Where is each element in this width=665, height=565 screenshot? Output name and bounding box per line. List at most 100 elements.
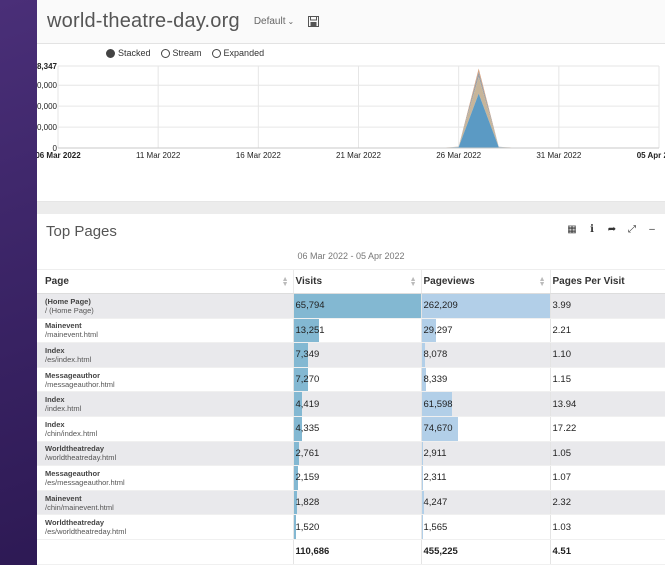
table-row[interactable]: Index/index.html 4,419 61,598 13.94 (37, 391, 665, 417)
view-select[interactable]: Default ⌄ (254, 16, 294, 27)
sort-icon: ▲ ▼ (281, 276, 289, 288)
table-row[interactable]: Mainevent/mainevent.html 13,251 29,297 2.21 (37, 318, 665, 344)
expand-icon[interactable]: ⤢ (627, 224, 637, 235)
page-path: / (Home Page) (45, 305, 94, 315)
visits-value: 7,349 (295, 349, 320, 361)
totals-row: 110,686 455,225 4.51 (37, 539, 665, 565)
pageviews-bar (421, 441, 423, 466)
panel-separator (37, 202, 665, 214)
column-header-page[interactable]: Page ▲ ▼ (37, 269, 293, 294)
site-title: world-theatre-day.org (47, 10, 240, 32)
visits-cell: 13,251 (292, 318, 421, 344)
info-icon[interactable]: i (587, 224, 597, 235)
page-name: Mainevent (45, 321, 82, 331)
table-row[interactable]: Messageauthor/messageauthor.html 7,270 8,3… (37, 367, 665, 393)
sort-icon: ▲ ▼ (409, 276, 417, 288)
page-cell[interactable]: Mainevent/chin/mainevent.html (37, 490, 293, 516)
page-name: Index (45, 345, 65, 355)
pageviews-value: 74,670 (423, 423, 453, 435)
ppv-value: 1.10 (552, 349, 572, 361)
column-header-visits[interactable]: Visits ▲ ▼ (292, 269, 421, 294)
page-name: Index (45, 419, 65, 429)
pageviews-cell: 61,598 (420, 391, 550, 417)
total-visits: 110,686 (292, 539, 421, 565)
ppv-cell: 2.21 (549, 318, 665, 344)
table-row[interactable]: Worldtheatreday/es/worldtheatreday.html 1… (37, 514, 665, 540)
visits-cell: 1,828 (292, 490, 421, 516)
visits-value: 2,761 (295, 447, 320, 459)
site-header: world-theatre-day.org Default ⌄ (37, 0, 665, 44)
x-tick-label: 05 Apr 2022 (637, 151, 665, 160)
page-name: Worldtheatreday (45, 518, 105, 528)
x-tick-label: 11 Mar 2022 (136, 151, 181, 160)
pageviews-cell: 2,311 (420, 465, 550, 491)
page-cell[interactable]: Index/chin/index.html (37, 416, 293, 442)
page-cell[interactable]: Mainevent/mainevent.html (37, 318, 293, 344)
page-cell[interactable]: (Home Page) / (Home Page) (37, 293, 293, 319)
traffic-area-chart: 78,34760,00040,00020,000006 Mar 202211 M… (37, 62, 665, 160)
date-range: 06 Mar 2022 - 05 Apr 2022 (297, 251, 405, 261)
x-tick-label: 26 Mar 2022 (436, 151, 481, 160)
totals-label-cell (37, 539, 293, 565)
pageviews-cell: 262,209 (420, 293, 550, 319)
pageviews-value: 4,247 (423, 497, 448, 509)
ppv-cell: 1.10 (549, 342, 665, 368)
visits-cell: 4,419 (292, 391, 421, 417)
visits-cell: 2,159 (292, 465, 421, 491)
column-header-pageviews[interactable]: Pageviews ▲ ▼ (420, 269, 550, 294)
pageviews-value: 29,297 (423, 324, 453, 336)
panel-title: Top Pages (46, 223, 117, 240)
y-tick-label: 40,000 (37, 102, 58, 111)
calendar-icon[interactable]: ▦ (567, 224, 577, 235)
page-cell[interactable]: Messageauthor/es/messageauthor.html (37, 465, 293, 491)
visits-value: 2,159 (295, 472, 320, 484)
top-pages-panel: Top Pages ▦ i ➦ ⤢ – 06 Mar 2022 - 05 Apr… (37, 214, 665, 565)
visits-value: 1,828 (295, 497, 320, 509)
ppv-cell: 3.99 (549, 293, 665, 319)
floppy-disk-icon[interactable] (308, 16, 320, 27)
visits-cell: 7,270 (292, 367, 421, 393)
visits-cell: 2,761 (292, 441, 421, 467)
ppv-value: 17.22 (552, 423, 577, 435)
pageviews-value: 8,339 (423, 374, 448, 386)
page-path: /es/messageauthor.html (45, 477, 125, 487)
pageviews-cell: 8,078 (420, 342, 550, 368)
ppv-value: 1.05 (552, 447, 572, 459)
pageviews-value: 2,911 (423, 447, 447, 459)
table-row[interactable]: Index/chin/index.html 4,335 74,670 17.22 (37, 416, 665, 442)
pageviews-value: 2,311 (423, 472, 447, 484)
table-row[interactable]: Worldtheatreday/worldtheatreday.html 2,76… (37, 441, 665, 467)
page-path: /chin/index.html (45, 428, 98, 438)
ppv-cell: 1.05 (549, 441, 665, 467)
table-row[interactable]: Index/es/index.html 7,349 8,078 1.10 (37, 342, 665, 368)
visits-value: 13,251 (295, 324, 325, 336)
table-row[interactable]: (Home Page) / (Home Page) 65,794 262,209 3.9… (37, 293, 665, 319)
top-pages-table: Page ▲ ▼ Visits ▲ ▼ Pageviews ▲ ▼ Pages Per Vi… (37, 269, 665, 565)
ppv-cell: 1.03 (549, 514, 665, 540)
table-row[interactable]: Mainevent/chin/mainevent.html 1,828 4,247 2… (37, 490, 665, 516)
ppv-cell: 1.15 (549, 367, 665, 393)
share-icon[interactable]: ➦ (607, 224, 617, 235)
page-cell[interactable]: Index/es/index.html (37, 342, 293, 368)
total-pageviews: 455,225 (420, 539, 550, 565)
sort-icon: ▲ ▼ (538, 276, 546, 288)
page-cell[interactable]: Index/index.html (37, 391, 293, 417)
page-cell[interactable]: Messageauthor/messageauthor.html (37, 367, 293, 393)
total-ppv: 4.51 (549, 539, 665, 565)
ppv-value: 2.32 (552, 497, 572, 509)
page-name: Index (45, 395, 65, 405)
minimize-icon[interactable]: – (647, 224, 657, 235)
page-name: Messageauthor (45, 468, 101, 478)
pageviews-cell: 74,670 (420, 416, 550, 442)
table-row[interactable]: Messageauthor/es/messageauthor.html 2,159… (37, 465, 665, 491)
y-tick-label: 20,000 (37, 123, 58, 132)
column-header-pages-per-visit[interactable]: Pages Per Visit (549, 269, 665, 294)
ppv-value: 1.07 (552, 472, 572, 484)
page-cell[interactable]: Worldtheatreday/es/worldtheatreday.html (37, 514, 293, 540)
page-cell[interactable]: Worldtheatreday/worldtheatreday.html (37, 441, 293, 467)
table-header-row: Page ▲ ▼ Visits ▲ ▼ Pageviews ▲ ▼ Pages Per Vi… (37, 269, 665, 294)
view-select-label: Default (253, 16, 286, 27)
visits-value: 65,794 (295, 300, 325, 312)
page-path: /es/index.html (45, 354, 92, 364)
visits-cell: 1,520 (292, 514, 421, 540)
